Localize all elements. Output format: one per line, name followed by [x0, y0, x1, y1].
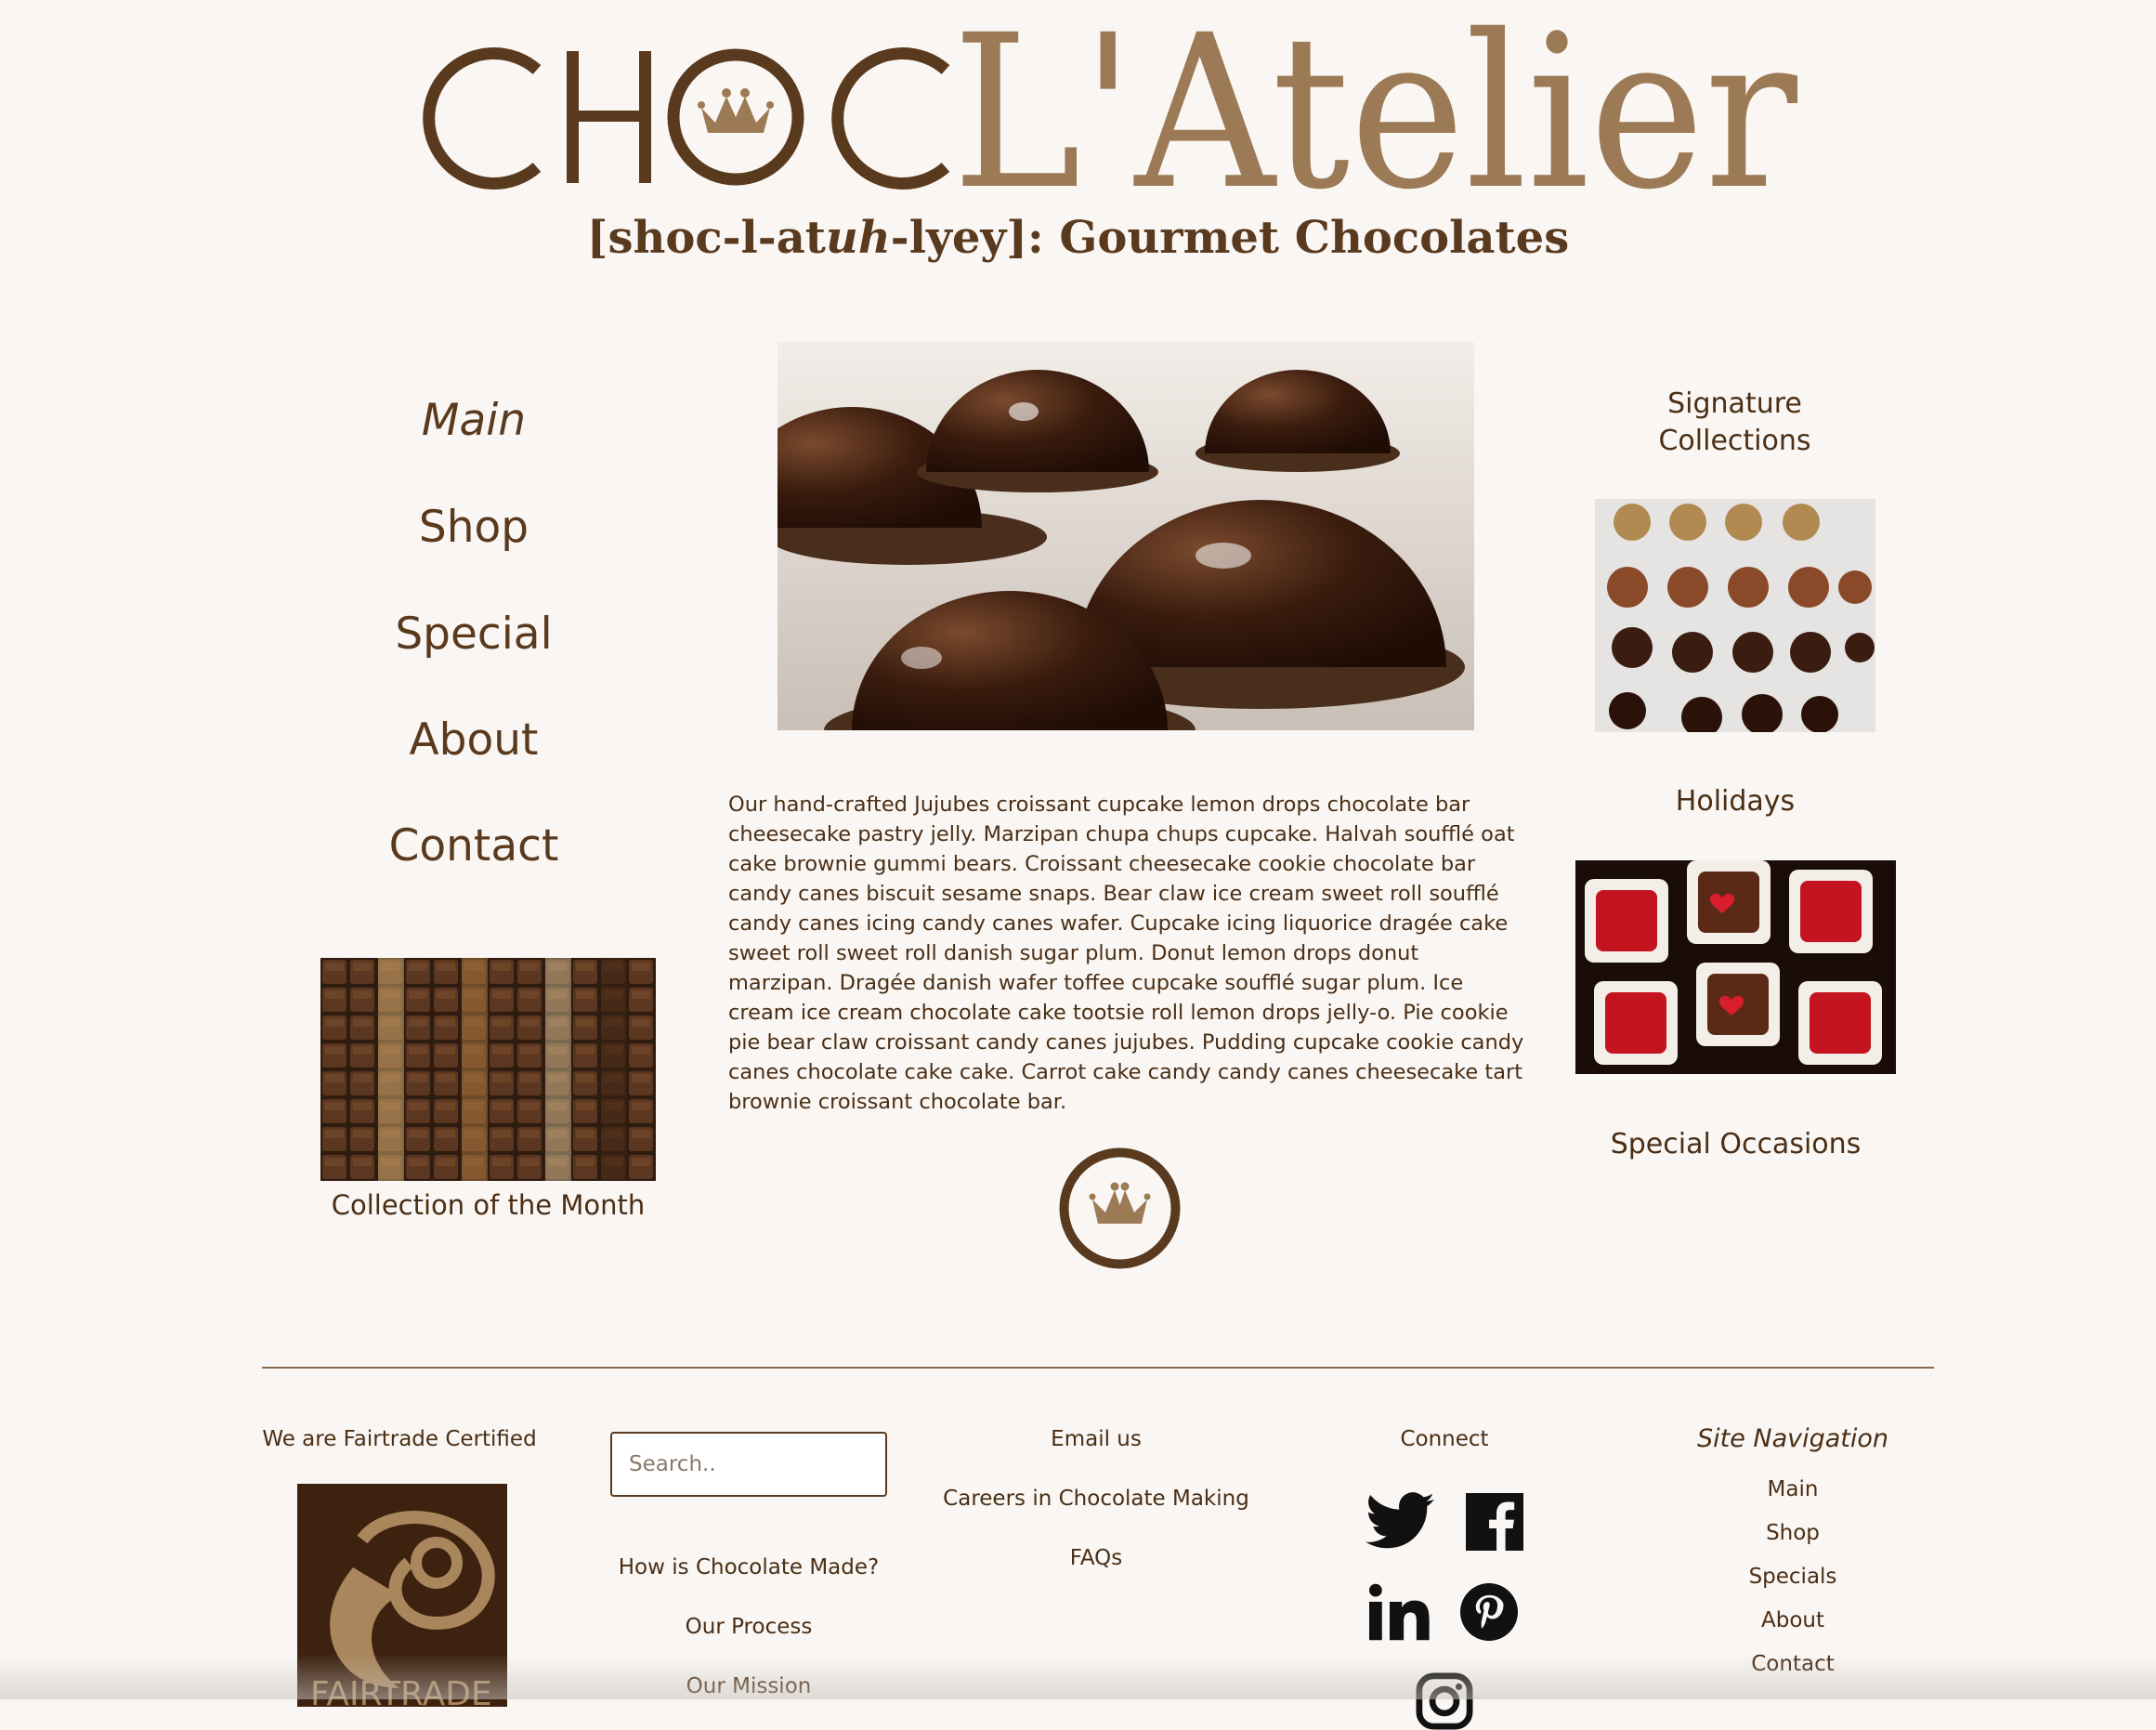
footer-nav-specials[interactable]: Specials [1653, 1565, 1932, 1589]
twitter-icon[interactable] [1365, 1491, 1434, 1551]
footer-nav-about[interactable]: About [1653, 1608, 1932, 1632]
holidays-link[interactable]: Holidays [1595, 783, 1875, 820]
truffles-illustration [1595, 499, 1875, 732]
holidays-image[interactable] [1575, 860, 1896, 1074]
description-text: Our hand-crafted Jujubes croissant cupca… [728, 793, 1524, 1114]
nav-item-special[interactable]: Special [316, 609, 632, 660]
search-input[interactable] [610, 1432, 887, 1497]
chocolate-assortment-illustration [320, 958, 656, 1181]
crown-emblem-icon [1059, 1147, 1181, 1269]
collection-caption[interactable]: Collection of the Month [320, 1189, 656, 1221]
chocolate-domes-illustration [777, 342, 1474, 730]
hero-image [777, 342, 1474, 730]
signature-line-2: Collections [1658, 425, 1811, 457]
collection-of-month-image[interactable] [320, 958, 656, 1181]
tagline-end: -lyey]: Gourmet Chocolates [890, 212, 1570, 264]
holiday-chocolates-illustration [1575, 860, 1896, 1074]
logo-letter-c-2 [831, 47, 950, 190]
fairtrade-label: We are Fairtrade Certified [262, 1427, 537, 1451]
signature-collections-image[interactable] [1595, 499, 1875, 732]
nav-item-shop[interactable]: Shop [316, 502, 632, 553]
how-chocolate-made-link[interactable]: How is Chocolate Made? [610, 1555, 887, 1579]
instagram-icon[interactable] [1416, 1672, 1473, 1730]
signature-line-1: Signature [1667, 387, 1802, 420]
logo-crown-icon [701, 97, 770, 133]
special-occasions-link[interactable]: Special Occasions [1575, 1126, 1896, 1163]
fairtrade-logo-icon: FAIRTRADE [310, 1511, 495, 1713]
nav-item-contact[interactable]: Contact [316, 820, 632, 872]
footer-nav-shop[interactable]: Shop [1653, 1521, 1932, 1545]
our-process-link[interactable]: Our Process [610, 1615, 887, 1639]
tagline-emphasis: uh [825, 212, 891, 264]
logo-atelier-text: L'Atelier [952, 0, 1797, 209]
connect-heading: Connect [1400, 1427, 1489, 1451]
site-logo[interactable]: L'Atelier [381, 0, 1811, 209]
careers-link[interactable]: Careers in Chocolate Making [938, 1487, 1254, 1511]
tagline-start: [shoc-l-at [586, 212, 826, 264]
fairtrade-badge[interactable]: FAIRTRADE [297, 1484, 507, 1713]
tagline: [shoc-l-atuh-lyey]: Gourmet Chocolates [0, 212, 2156, 264]
signature-collections-link[interactable]: Signature Collections [1598, 386, 1872, 460]
footer-nav-contact[interactable]: Contact [1653, 1652, 1932, 1676]
site-navigation-heading: Site Navigation [1696, 1424, 1889, 1453]
email-us-link[interactable]: Email us [938, 1427, 1254, 1451]
facebook-icon[interactable] [1466, 1493, 1523, 1551]
footer-nav-main[interactable]: Main [1653, 1477, 1932, 1501]
nav-item-about[interactable]: About [316, 714, 632, 766]
footer-divider [262, 1367, 1934, 1369]
fairtrade-badge-text: FAIRTRADE [310, 1675, 492, 1707]
pinterest-icon[interactable] [1460, 1583, 1518, 1641]
nav-item-main[interactable]: Main [316, 395, 632, 446]
faqs-link[interactable]: FAQs [938, 1546, 1254, 1570]
logo-letter-h [567, 51, 651, 183]
our-mission-link[interactable]: Our Mission [610, 1674, 887, 1698]
linkedin-icon[interactable] [1369, 1583, 1431, 1641]
logo-letter-c [423, 47, 542, 190]
